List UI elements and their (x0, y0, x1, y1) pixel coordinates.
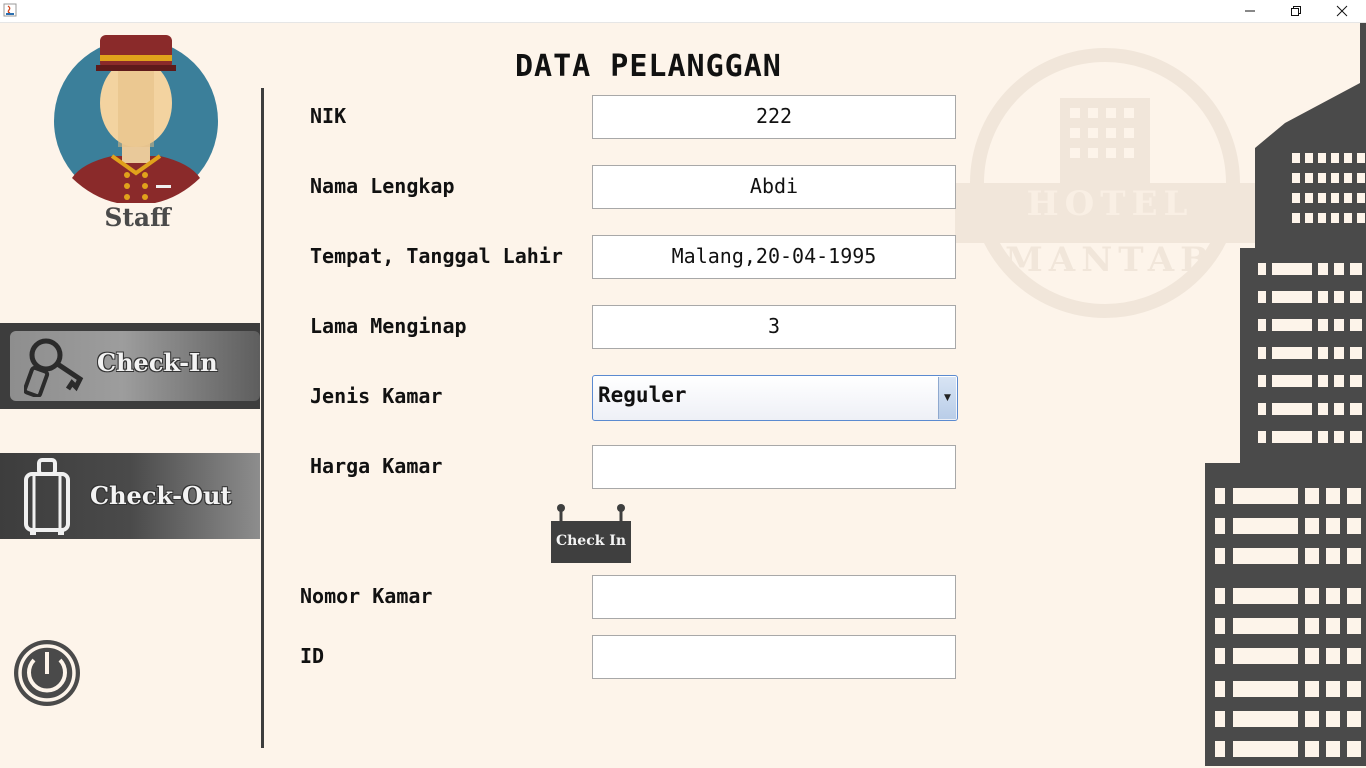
id-label: ID (300, 644, 325, 668)
java-app-icon (3, 3, 17, 17)
jenis-kamar-select[interactable]: Reguler ▼ (592, 375, 958, 421)
staff-avatar (54, 35, 218, 203)
keys-icon (24, 338, 84, 397)
nama-lengkap-label: Nama Lengkap (310, 174, 455, 198)
logo-text-hotel: HOTEL (1027, 184, 1194, 224)
checkin-nav-button[interactable]: Check-In (0, 323, 260, 409)
jenis-kamar-value: Reguler (598, 383, 687, 407)
checkin-nav-label: Check-In (97, 348, 218, 377)
check-in-button[interactable]: Check In (551, 503, 631, 563)
building-silhouette (1205, 23, 1366, 766)
main-panel: HOTEL MANTAB Staff Check-In Check-Out DA… (0, 23, 1366, 766)
checkout-nav-label: Check-Out (90, 481, 232, 510)
nama-lengkap-field[interactable]: Abdi (592, 165, 956, 209)
tempat-tanggal-lahir-field[interactable]: Malang,20-04-1995 (592, 235, 956, 279)
restore-button[interactable] (1273, 0, 1319, 22)
jenis-kamar-label: Jenis Kamar (310, 384, 443, 408)
sidebar: Staff Check-In Check-Out (0, 23, 262, 766)
minimize-icon (1245, 10, 1255, 12)
restore-icon (1291, 6, 1301, 16)
harga-kamar-label: Harga Kamar (310, 454, 443, 478)
chevron-down-icon[interactable]: ▼ (938, 377, 956, 419)
lama-menginap-field[interactable]: 3 (592, 305, 956, 349)
tempat-tanggal-lahir-label: Tempat, Tanggal Lahir (310, 244, 563, 268)
page-title: DATA PELANGGAN (515, 49, 782, 84)
window-titlebar (0, 0, 1366, 23)
sidebar-divider (261, 88, 264, 748)
nik-label: NIK (310, 104, 347, 128)
close-button[interactable] (1319, 0, 1365, 22)
close-icon (1336, 5, 1348, 17)
id-field[interactable] (592, 635, 956, 679)
checkout-nav-button[interactable]: Check-Out (0, 453, 260, 539)
nomor-kamar-field[interactable] (592, 575, 956, 619)
harga-kamar-field[interactable] (592, 445, 956, 489)
hanging-sign-icon (557, 504, 625, 523)
minimize-button[interactable] (1227, 0, 1273, 22)
nik-field[interactable]: 222 (592, 95, 956, 139)
nomor-kamar-label: Nomor Kamar (300, 584, 433, 608)
check-in-button-label: Check In (555, 533, 627, 549)
logo-text-mantab: MANTAB (1005, 240, 1215, 280)
luggage-icon (24, 458, 70, 535)
staff-label: Staff (104, 203, 171, 232)
lama-menginap-label: Lama Menginap (310, 314, 467, 338)
power-icon[interactable] (12, 638, 82, 708)
